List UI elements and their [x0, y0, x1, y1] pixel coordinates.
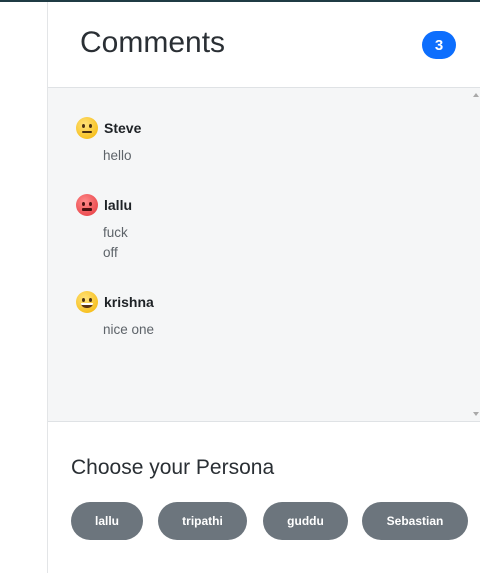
comment-text: nice one — [103, 320, 154, 340]
persona-button-lallu[interactable]: lallu — [71, 502, 143, 540]
angry-face-icon — [76, 194, 98, 216]
comment-username: lallu — [104, 197, 133, 213]
comment-item: Steve hello — [76, 116, 141, 166]
comment-list[interactable]: Steve hello lallu fuck off krishna nice … — [48, 88, 480, 422]
comments-panel: Comments 3 Steve hello lallu fuck off kr… — [47, 2, 480, 573]
persona-button-guddu[interactable]: guddu — [263, 502, 348, 540]
comments-header: Comments 3 — [48, 2, 480, 88]
comment-item: krishna nice one — [76, 290, 154, 340]
persona-section: Choose your Persona lallu tripathi guddu… — [48, 422, 480, 573]
comment-text: fuck off — [103, 223, 132, 263]
persona-button-tripathi[interactable]: tripathi — [158, 502, 247, 540]
neutral-face-icon — [76, 117, 98, 139]
left-gutter — [0, 2, 47, 573]
scroll-up-arrow-icon[interactable] — [473, 93, 479, 97]
comment-count-badge: 3 — [422, 31, 456, 59]
comment-text-line: fuck — [103, 225, 128, 240]
grinning-face-icon — [76, 291, 98, 313]
comment-text-line: off — [103, 245, 118, 260]
comment-text: hello — [103, 146, 141, 166]
scroll-down-arrow-icon[interactable] — [473, 412, 479, 416]
comment-item: lallu fuck off — [76, 193, 132, 263]
comments-title: Comments — [80, 26, 226, 59]
comment-username: Steve — [104, 120, 142, 136]
persona-button-sebastian[interactable]: Sebastian — [362, 502, 468, 540]
comment-scrollbar[interactable] — [472, 88, 480, 421]
comment-username: krishna — [104, 294, 154, 310]
comment-text-line: nice one — [103, 322, 155, 337]
persona-title: Choose your Persona — [71, 456, 275, 479]
comment-text-line: hello — [103, 148, 132, 163]
